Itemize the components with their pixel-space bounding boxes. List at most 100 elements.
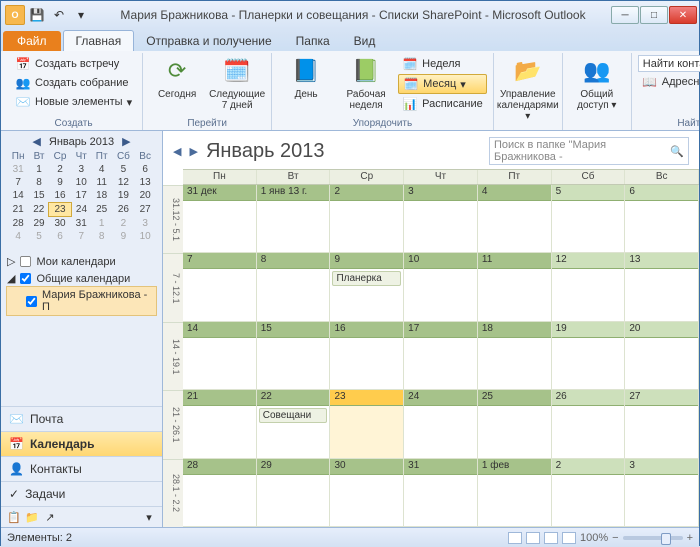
- day-cell[interactable]: 10: [404, 253, 478, 321]
- day-cell[interactable]: 14: [183, 322, 257, 390]
- week-label[interactable]: 28.1 - 2.2: [163, 459, 183, 527]
- zoom-slider[interactable]: [623, 536, 683, 540]
- day-cell[interactable]: 6: [625, 185, 699, 253]
- search-icon[interactable]: 🔍: [670, 145, 684, 158]
- close-button[interactable]: ✕: [669, 6, 697, 24]
- day-cell[interactable]: 12: [552, 253, 626, 321]
- mini-day[interactable]: 18: [91, 189, 112, 203]
- tab-home[interactable]: Главная: [63, 30, 135, 51]
- mini-day[interactable]: 2: [112, 217, 135, 231]
- day-cell[interactable]: 8: [257, 253, 331, 321]
- week-label[interactable]: 31.12 - 5.1: [163, 185, 183, 253]
- new-items-button[interactable]: ✉️Новые элементы ▾: [11, 93, 136, 111]
- qat-customize-icon[interactable]: ▾: [71, 5, 91, 25]
- day-cell[interactable]: 2: [330, 185, 404, 253]
- day-cell[interactable]: 7: [183, 253, 257, 321]
- mini-day[interactable]: 12: [112, 176, 135, 189]
- mini-day[interactable]: 9: [49, 176, 71, 189]
- status-view-grid-icon[interactable]: [562, 532, 576, 544]
- nav-mail[interactable]: ✉️Почта: [1, 406, 162, 431]
- day-cell[interactable]: 25: [478, 390, 552, 458]
- nav-mini-notes-icon[interactable]: 📋: [7, 510, 21, 524]
- prev-month-button[interactable]: ◀: [30, 135, 42, 148]
- prev-period-button[interactable]: ◀: [173, 145, 181, 158]
- day-cell[interactable]: 9Планерка: [330, 253, 404, 321]
- maximize-button[interactable]: □: [640, 6, 668, 24]
- mini-day[interactable]: 22: [29, 203, 49, 217]
- day-cell[interactable]: 22Совещани: [257, 390, 331, 458]
- mini-day[interactable]: 6: [135, 163, 156, 176]
- mini-day[interactable]: 9: [112, 230, 135, 243]
- day-cell[interactable]: 3: [625, 459, 699, 527]
- mini-day[interactable]: 24: [71, 203, 91, 217]
- tab-view[interactable]: Вид: [342, 31, 388, 51]
- day-cell[interactable]: 29: [257, 459, 331, 527]
- next-period-button[interactable]: ▶: [189, 145, 197, 158]
- tab-sendreceive[interactable]: Отправка и получение: [134, 31, 283, 51]
- zoom-in-button[interactable]: +: [687, 532, 693, 544]
- mini-day[interactable]: 31: [71, 217, 91, 231]
- new-meeting-button[interactable]: 👥Создать собрание: [11, 74, 136, 92]
- mini-day[interactable]: 21: [7, 203, 29, 217]
- day-cell[interactable]: 1 янв 13 г.: [257, 185, 331, 253]
- day-cell[interactable]: 31: [404, 459, 478, 527]
- mini-day[interactable]: 4: [7, 230, 29, 243]
- tree-my-calendars[interactable]: ▷ Мои календари: [7, 253, 156, 270]
- nav-contacts[interactable]: 👤Контакты: [1, 456, 162, 481]
- manage-calendars-button[interactable]: 📂 Управление календарями ▾: [500, 55, 556, 122]
- next-7-days-button[interactable]: 🗓️ Следующие 7 дней: [209, 55, 265, 111]
- search-input[interactable]: Поиск в папке "Мария Бражникова - 🔍: [489, 137, 689, 165]
- day-view-button[interactable]: 📘 День: [278, 55, 334, 100]
- day-cell[interactable]: 19: [552, 322, 626, 390]
- address-book-button[interactable]: 📖Адресная книга: [638, 73, 700, 91]
- day-cell[interactable]: 11: [478, 253, 552, 321]
- mini-day[interactable]: 30: [49, 217, 71, 231]
- mini-day[interactable]: 26: [112, 203, 135, 217]
- tree-shared-calendars[interactable]: ◢ Общие календари: [7, 270, 156, 287]
- day-cell[interactable]: 31 дек: [183, 185, 257, 253]
- day-cell[interactable]: 5: [552, 185, 626, 253]
- find-contact-input[interactable]: Найти контакт ▾: [638, 55, 700, 72]
- tree-calendar-selected[interactable]: Мария Бражникова - П: [7, 287, 156, 315]
- mini-day[interactable]: 6: [49, 230, 71, 243]
- share-access-button[interactable]: 👥 Общий доступ ▾: [569, 55, 625, 111]
- day-cell[interactable]: 15: [257, 322, 331, 390]
- mini-day[interactable]: 16: [49, 189, 71, 203]
- mini-day[interactable]: 5: [29, 230, 49, 243]
- week-view-button[interactable]: 🗓️Неделя: [398, 55, 487, 73]
- mini-day[interactable]: 4: [91, 163, 112, 176]
- mini-day[interactable]: 8: [91, 230, 112, 243]
- mini-day[interactable]: 28: [7, 217, 29, 231]
- mini-day[interactable]: 17: [71, 189, 91, 203]
- mini-day[interactable]: 25: [91, 203, 112, 217]
- today-button[interactable]: ⟳ Сегодня: [149, 55, 205, 100]
- mini-day[interactable]: 8: [29, 176, 49, 189]
- day-cell[interactable]: 1 фев: [478, 459, 552, 527]
- mini-day[interactable]: 7: [71, 230, 91, 243]
- status-view-normal-icon[interactable]: [508, 532, 522, 544]
- mini-day[interactable]: 11: [91, 176, 112, 189]
- day-cell[interactable]: 20: [625, 322, 699, 390]
- mini-day[interactable]: 19: [112, 189, 135, 203]
- mini-day[interactable]: 3: [135, 217, 156, 231]
- event[interactable]: Планерка: [332, 271, 401, 286]
- mini-day[interactable]: 10: [71, 176, 91, 189]
- nav-mini-config-icon[interactable]: ▾: [142, 510, 156, 524]
- mini-day[interactable]: 23: [49, 203, 71, 217]
- mini-day[interactable]: 14: [7, 189, 29, 203]
- week-label[interactable]: 21 - 26.1: [163, 390, 183, 458]
- event[interactable]: Совещани: [259, 408, 328, 423]
- day-cell[interactable]: 13: [625, 253, 699, 321]
- day-cell[interactable]: 24: [404, 390, 478, 458]
- status-view-card-icon[interactable]: [544, 532, 558, 544]
- month-view-button[interactable]: 🗓️Месяц ▾: [398, 74, 487, 94]
- mini-day[interactable]: 1: [29, 163, 49, 176]
- day-cell[interactable]: 26: [552, 390, 626, 458]
- zoom-out-button[interactable]: −: [612, 532, 618, 544]
- day-cell[interactable]: 18: [478, 322, 552, 390]
- mini-day[interactable]: 3: [71, 163, 91, 176]
- mini-day[interactable]: 15: [29, 189, 49, 203]
- next-month-button[interactable]: ▶: [120, 135, 132, 148]
- status-view-list-icon[interactable]: [526, 532, 540, 544]
- day-cell[interactable]: 28: [183, 459, 257, 527]
